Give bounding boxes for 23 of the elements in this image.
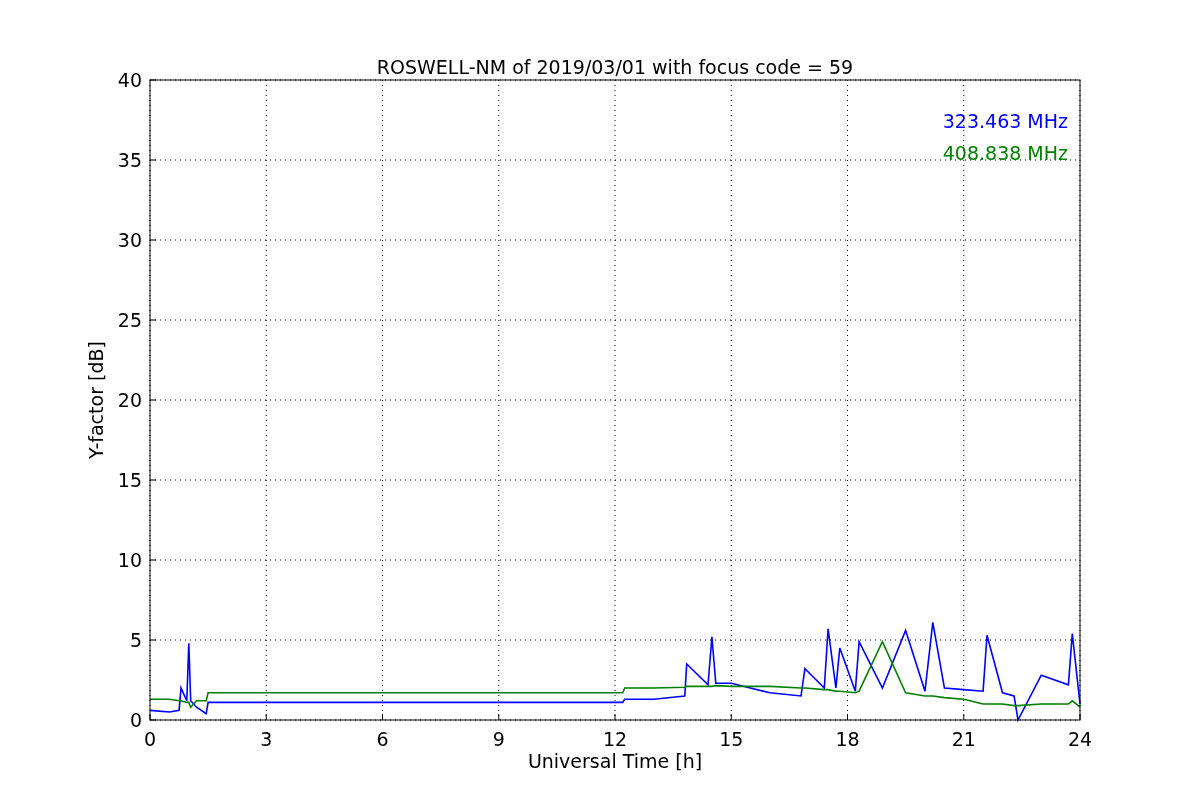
y-tick-label: 15	[117, 469, 142, 491]
x-tick-label: 12	[602, 728, 628, 750]
y-tick-label: 40	[117, 69, 142, 91]
y-tick-label: 20	[117, 389, 142, 411]
y-tick-label: 25	[117, 309, 142, 331]
chart-title: ROSWELL-NM of 2019/03/01 with focus code = 59	[376, 56, 854, 78]
x-tick-label: 0	[143, 728, 157, 750]
x-tick-label: 6	[376, 728, 389, 750]
y-axis-label: Y-factor [dB]	[85, 341, 107, 459]
x-tick-label: 21	[951, 728, 976, 750]
x-axis-label: Universal Time [h]	[527, 750, 703, 772]
x-tick-label: 18	[835, 728, 860, 750]
y-tick-label: 30	[117, 229, 142, 251]
x-tick-label: 3	[260, 728, 273, 750]
y-tick-label: 0	[129, 709, 142, 731]
x-tick-label: 15	[719, 728, 744, 750]
y-tick-label: 10	[117, 549, 142, 571]
legend-label: 323.463 MHz	[942, 110, 1068, 132]
y-tick-label: 35	[117, 149, 142, 171]
legend-label: 408.838 MHz	[942, 142, 1068, 164]
y-tick-label: 5	[129, 629, 142, 651]
x-tick-label: 24	[1067, 728, 1093, 750]
x-tick-label: 9	[492, 728, 505, 750]
